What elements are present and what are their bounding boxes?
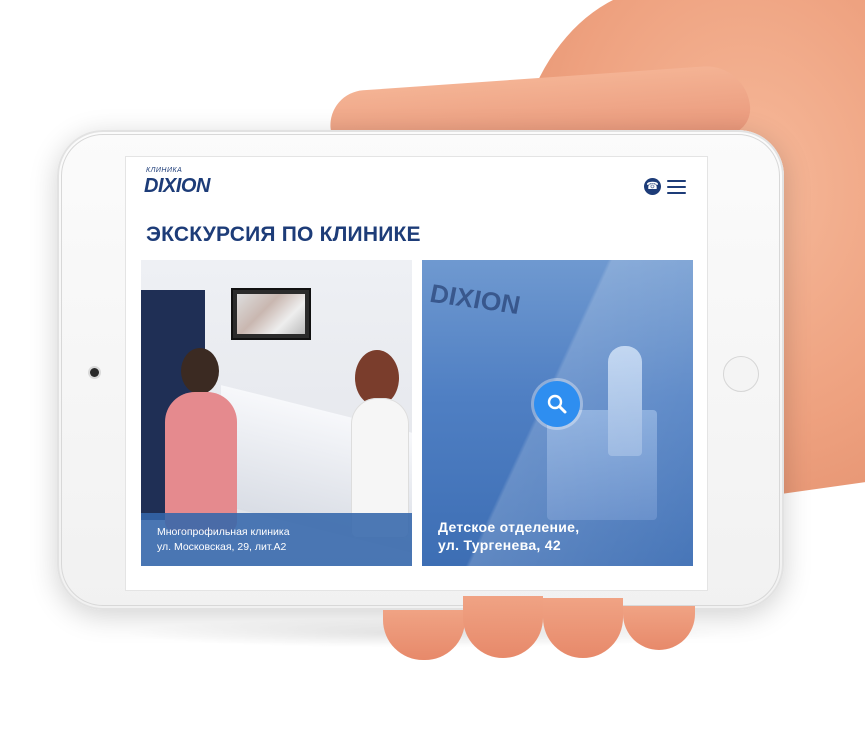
visitor-head	[181, 348, 219, 394]
hand-finger-1	[383, 610, 465, 660]
tablet-home-button	[723, 356, 759, 392]
wall-tv	[231, 288, 311, 340]
phone-icon[interactable]: ☎	[644, 178, 661, 195]
page-title: ЭКСКУРСИЯ ПО КЛИНИКЕ	[146, 223, 421, 246]
hand-finger-2	[463, 596, 543, 658]
logo-small-text: КЛИНИКА	[146, 167, 183, 174]
card-caption-line1: Детское отделение,	[438, 519, 580, 535]
tour-card-multiprofile[interactable]: Многопрофильная клиника ул. Московская, …	[141, 260, 412, 566]
card-caption-line2: ул. Тургенева, 42	[438, 537, 561, 553]
card-caption-line1: Многопрофильная клиника	[157, 526, 290, 538]
hand-finger-3	[543, 598, 623, 658]
logo-main-text: DIXION	[144, 175, 210, 197]
clinic-logo[interactable]: КЛИНИКА DIXION	[144, 167, 244, 199]
tablet-camera	[90, 368, 99, 377]
tablet-screen: КЛИНИКА DIXION ☎ ЭКСКУРСИЯ ПО КЛИНИКЕ Мн…	[126, 157, 707, 590]
visitor-body	[165, 392, 237, 532]
search-icon[interactable]	[534, 381, 580, 427]
card-caption: Многопрофильная клиника ул. Московская, …	[141, 513, 412, 566]
tour-card-children[interactable]: DIXION Детское отделение, ул. Тургенева,…	[422, 260, 693, 566]
card-caption-line2: ул. Московская, 29, лит.А2	[157, 541, 287, 553]
card-caption: Детское отделение, ул. Тургенева, 42	[422, 504, 693, 566]
hamburger-menu-icon[interactable]	[667, 180, 686, 194]
